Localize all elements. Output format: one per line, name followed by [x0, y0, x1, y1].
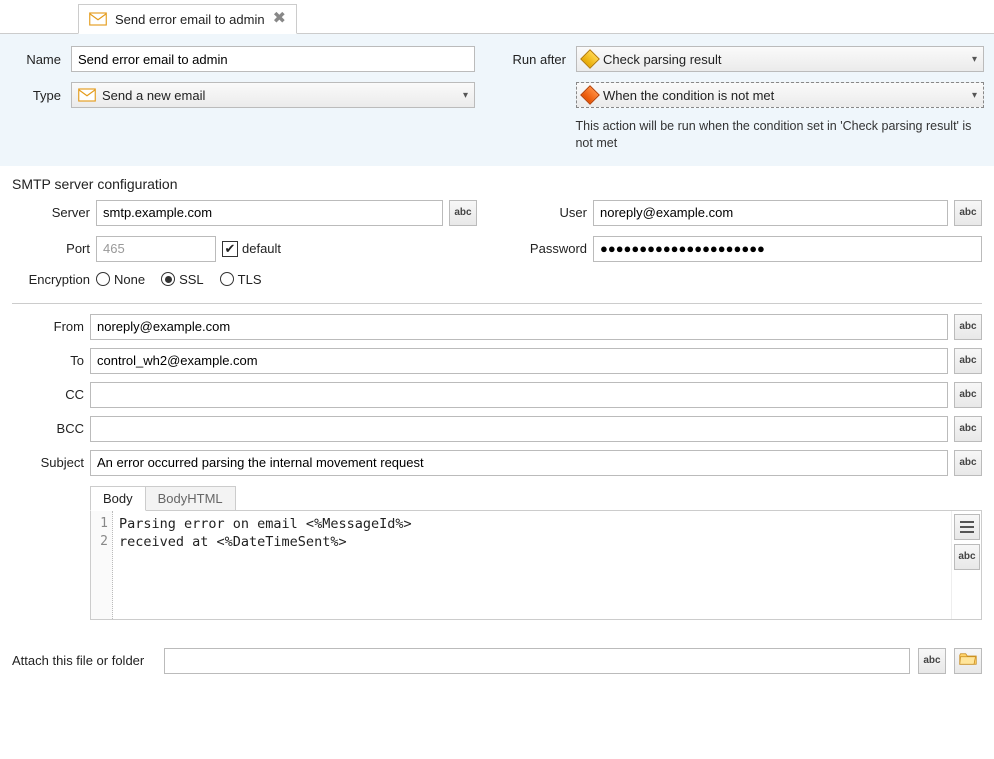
name-input[interactable]	[71, 46, 475, 72]
password-label: Password	[517, 241, 587, 256]
condition-value: When the condition is not met	[603, 88, 774, 103]
subject-label: Subject	[12, 455, 84, 470]
body-area: Body BodyHTML 1 2 Parsing error on email…	[90, 486, 982, 620]
close-icon[interactable]: ✖	[273, 11, 286, 27]
from-input[interactable]	[90, 314, 948, 340]
email-fields: From abc To abc CC abc BCC abc Subject a…	[0, 304, 994, 630]
tab-body[interactable]: Body	[90, 486, 146, 511]
type-value: Send a new email	[102, 88, 205, 103]
from-label: From	[12, 319, 84, 334]
user-input[interactable]	[593, 200, 948, 226]
browse-folder-button[interactable]	[954, 648, 982, 674]
editor-menu-button[interactable]	[954, 514, 980, 540]
type-label: Type	[10, 88, 65, 103]
tab-body-html[interactable]: BodyHTML	[145, 486, 236, 511]
to-label: To	[12, 353, 84, 368]
tab-title: Send error email to admin	[115, 12, 265, 27]
encryption-label: Encryption	[12, 272, 90, 287]
to-input[interactable]	[90, 348, 948, 374]
abc-button[interactable]: abc	[449, 200, 477, 226]
attach-label: Attach this file or folder	[12, 653, 152, 668]
chevron-down-icon: ▾	[463, 90, 468, 101]
abc-button[interactable]: abc	[954, 200, 982, 226]
abc-button[interactable]: abc	[954, 544, 980, 570]
tab-bar: Send error email to admin ✖	[0, 4, 994, 34]
server-label: Server	[12, 205, 90, 220]
encryption-tls[interactable]: TLS	[220, 272, 262, 287]
abc-button[interactable]: abc	[954, 348, 982, 374]
hamburger-icon	[960, 521, 974, 533]
bcc-input[interactable]	[90, 416, 948, 442]
encryption-ssl[interactable]: SSL	[161, 272, 204, 287]
run-after-label: Run after	[505, 52, 570, 67]
subject-input[interactable]	[90, 450, 948, 476]
name-label: Name	[10, 52, 65, 67]
type-dropdown[interactable]: Send a new email ▾	[71, 82, 475, 108]
cc-input[interactable]	[90, 382, 948, 408]
smtp-section: SMTP server configuration Server abc Por…	[0, 166, 994, 297]
run-after-dropdown[interactable]: Check parsing result ▾	[576, 46, 984, 72]
abc-button[interactable]: abc	[954, 450, 982, 476]
mail-icon	[78, 88, 96, 102]
server-input[interactable]	[96, 200, 443, 226]
port-label: Port	[12, 241, 90, 256]
password-input[interactable]	[593, 236, 982, 262]
cc-label: CC	[12, 387, 84, 402]
condition-icon	[580, 49, 600, 69]
default-checkbox[interactable]: ✔ default	[222, 241, 281, 257]
bcc-label: BCC	[12, 421, 84, 436]
run-after-value: Check parsing result	[603, 52, 722, 67]
abc-button[interactable]: abc	[918, 648, 946, 674]
port-input[interactable]	[96, 236, 216, 262]
attach-input[interactable]	[164, 648, 910, 674]
tab-send-error-email[interactable]: Send error email to admin ✖	[78, 4, 297, 34]
body-editor[interactable]: Parsing error on email <%MessageId%> rec…	[113, 511, 951, 619]
abc-button[interactable]: abc	[954, 314, 982, 340]
chevron-down-icon: ▾	[972, 54, 977, 65]
user-label: User	[517, 205, 587, 220]
editor-gutter: 1 2	[91, 511, 113, 619]
abc-button[interactable]: abc	[954, 416, 982, 442]
condition-dropdown[interactable]: When the condition is not met ▾	[576, 82, 984, 108]
folder-icon	[959, 652, 977, 669]
condition-not-met-icon	[580, 85, 600, 105]
top-config-area: Name Type Send a new email ▾ Run after	[0, 34, 994, 166]
chevron-down-icon: ▾	[972, 90, 977, 101]
attach-row: Attach this file or folder abc	[0, 630, 994, 686]
mail-icon	[89, 12, 107, 26]
default-label: default	[242, 241, 281, 256]
encryption-none[interactable]: None	[96, 272, 145, 287]
smtp-title: SMTP server configuration	[12, 176, 982, 192]
abc-button[interactable]: abc	[954, 382, 982, 408]
condition-hint: This action will be run when the conditi…	[571, 118, 984, 152]
